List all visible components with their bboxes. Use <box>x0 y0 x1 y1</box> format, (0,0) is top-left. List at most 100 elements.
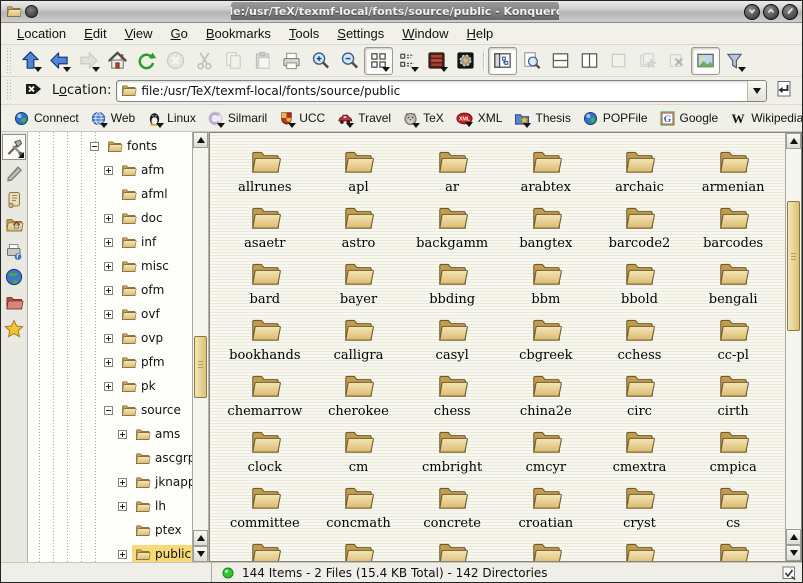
bookmark-item[interactable]: Connect <box>9 108 86 129</box>
toolbar-button[interactable] <box>16 47 45 75</box>
tree-item[interactable]: doc <box>28 206 192 230</box>
sidebar-tab-button[interactable] <box>2 160 26 186</box>
tree-item[interactable]: ptex <box>28 518 192 542</box>
toolbar-button[interactable] <box>45 47 74 75</box>
plus-box-icon[interactable] <box>104 286 113 295</box>
folder-item[interactable]: asaetr <box>218 201 312 257</box>
tree-item[interactable]: ofm <box>28 278 192 302</box>
bookmark-item[interactable]: XML XML <box>451 108 510 128</box>
plus-box-icon[interactable] <box>104 310 113 319</box>
folder-item[interactable]: cmextra <box>593 425 687 481</box>
toolbar-button[interactable] <box>306 47 335 75</box>
menu-item[interactable]: Window <box>394 24 456 43</box>
tree-item[interactable]: ascgrp <box>28 446 192 470</box>
sidebar-tab-button[interactable] <box>2 134 26 160</box>
folder-item[interactable]: bookhands <box>218 313 312 369</box>
folder-item[interactable] <box>593 537 687 561</box>
toolbar-button[interactable] <box>161 47 190 75</box>
plus-box-icon[interactable] <box>118 502 127 511</box>
window-button[interactable] <box>744 4 760 20</box>
plus-box-icon[interactable] <box>118 550 127 559</box>
menu-item[interactable]: Tools <box>281 24 327 43</box>
tree-item[interactable]: ovp <box>28 326 192 350</box>
toolbar-button[interactable] <box>335 47 364 75</box>
tree-item[interactable]: pk <box>28 374 192 398</box>
folder-item[interactable]: bard <box>218 257 312 313</box>
tree-item[interactable]: source <box>28 398 192 422</box>
toolbar-button[interactable] <box>662 47 691 75</box>
toolbar-button[interactable] <box>517 47 546 75</box>
tree-item[interactable]: fonts <box>28 134 192 158</box>
folder-item[interactable] <box>405 537 499 561</box>
folder-item[interactable]: casyl <box>405 313 499 369</box>
folder-item[interactable]: allrunes <box>218 145 312 201</box>
folder-item[interactable]: cbgreek <box>499 313 593 369</box>
sidebar-tab-button[interactable] <box>2 290 26 316</box>
link-checkbox-icon[interactable] <box>782 566 796 580</box>
blank-icon[interactable] <box>118 526 127 535</box>
toolbar-button[interactable] <box>422 47 451 75</box>
clear-location-button[interactable] <box>21 79 47 103</box>
folder-item[interactable]: barcode2 <box>593 201 687 257</box>
folder-item[interactable]: cmbright <box>405 425 499 481</box>
tree-item[interactable]: afml <box>28 182 192 206</box>
menu-item[interactable]: Bookmarks <box>198 24 279 43</box>
folder-item[interactable]: cmcyr <box>499 425 593 481</box>
toolbar-button[interactable] <box>488 47 517 75</box>
menu-item[interactable]: View <box>117 24 161 43</box>
menu-item[interactable]: Help <box>459 24 502 43</box>
bookmark-item[interactable]: Silmaril <box>203 108 274 129</box>
toolbar-button[interactable] <box>393 47 422 75</box>
folder-item[interactable]: apl <box>312 145 406 201</box>
menu-item[interactable]: Settings <box>329 24 392 43</box>
toolbar-button[interactable] <box>451 47 480 75</box>
tree-scrollbar[interactable] <box>192 132 208 562</box>
folder-item[interactable]: calligra <box>312 313 406 369</box>
plus-box-icon[interactable] <box>104 214 113 223</box>
scrollbar-track[interactable] <box>193 148 208 530</box>
folder-item[interactable]: chemarrow <box>218 369 312 425</box>
toolbar-button[interactable] <box>546 47 575 75</box>
toolbar-button[interactable] <box>248 47 277 75</box>
tree-item[interactable]: public <box>28 542 192 562</box>
plus-box-icon[interactable] <box>104 262 113 271</box>
toolbar-button[interactable] <box>277 47 306 75</box>
folder-item[interactable]: barcodes <box>686 201 780 257</box>
blank-icon[interactable] <box>104 190 113 199</box>
minus-box-icon[interactable] <box>90 142 99 151</box>
toolbar-button[interactable] <box>219 47 248 75</box>
blank-icon[interactable] <box>118 454 127 463</box>
scroll-up-button[interactable] <box>193 132 208 148</box>
plus-box-icon[interactable] <box>104 382 113 391</box>
toolbar-button[interactable] <box>575 47 604 75</box>
folder-item[interactable]: cryst <box>593 481 687 537</box>
folder-item[interactable]: cs <box>686 481 780 537</box>
plus-box-icon[interactable] <box>118 478 127 487</box>
folder-item[interactable]: backgamm <box>405 201 499 257</box>
tree-item[interactable]: inf <box>28 230 192 254</box>
toolbar-button[interactable] <box>364 47 393 75</box>
location-combobox[interactable] <box>116 80 767 102</box>
folder-item[interactable]: concrete <box>405 481 499 537</box>
folder-item[interactable]: cchess <box>593 313 687 369</box>
scroll-down-button[interactable] <box>193 546 208 562</box>
bookmark-item[interactable]: UCC <box>274 108 332 129</box>
folder-item[interactable]: bayer <box>312 257 406 313</box>
toolbar-button[interactable] <box>190 47 219 75</box>
sidebar-tab-button[interactable] <box>2 264 26 290</box>
toolbar-button[interactable] <box>74 47 103 75</box>
toolbar-button[interactable] <box>720 47 749 75</box>
folder-item[interactable]: cherokee <box>312 369 406 425</box>
menu-item[interactable]: Location <box>9 24 74 43</box>
menu-item[interactable]: Go <box>163 24 196 43</box>
folder-item[interactable] <box>686 537 780 561</box>
folder-item[interactable] <box>218 537 312 561</box>
titlebar[interactable]: file:/usr/TeX/texmf-local/fonts/source/p… <box>1 1 802 23</box>
bookmark-item[interactable]: Web <box>86 108 142 129</box>
tree-item[interactable]: jknappen <box>28 470 192 494</box>
scrollbar-thumb[interactable] <box>194 336 207 398</box>
folder-item[interactable]: cirth <box>686 369 780 425</box>
sidebar-tab-button[interactable] <box>2 212 26 238</box>
menu-item[interactable]: Edit <box>76 24 114 43</box>
toolbar-button[interactable] <box>604 47 633 75</box>
